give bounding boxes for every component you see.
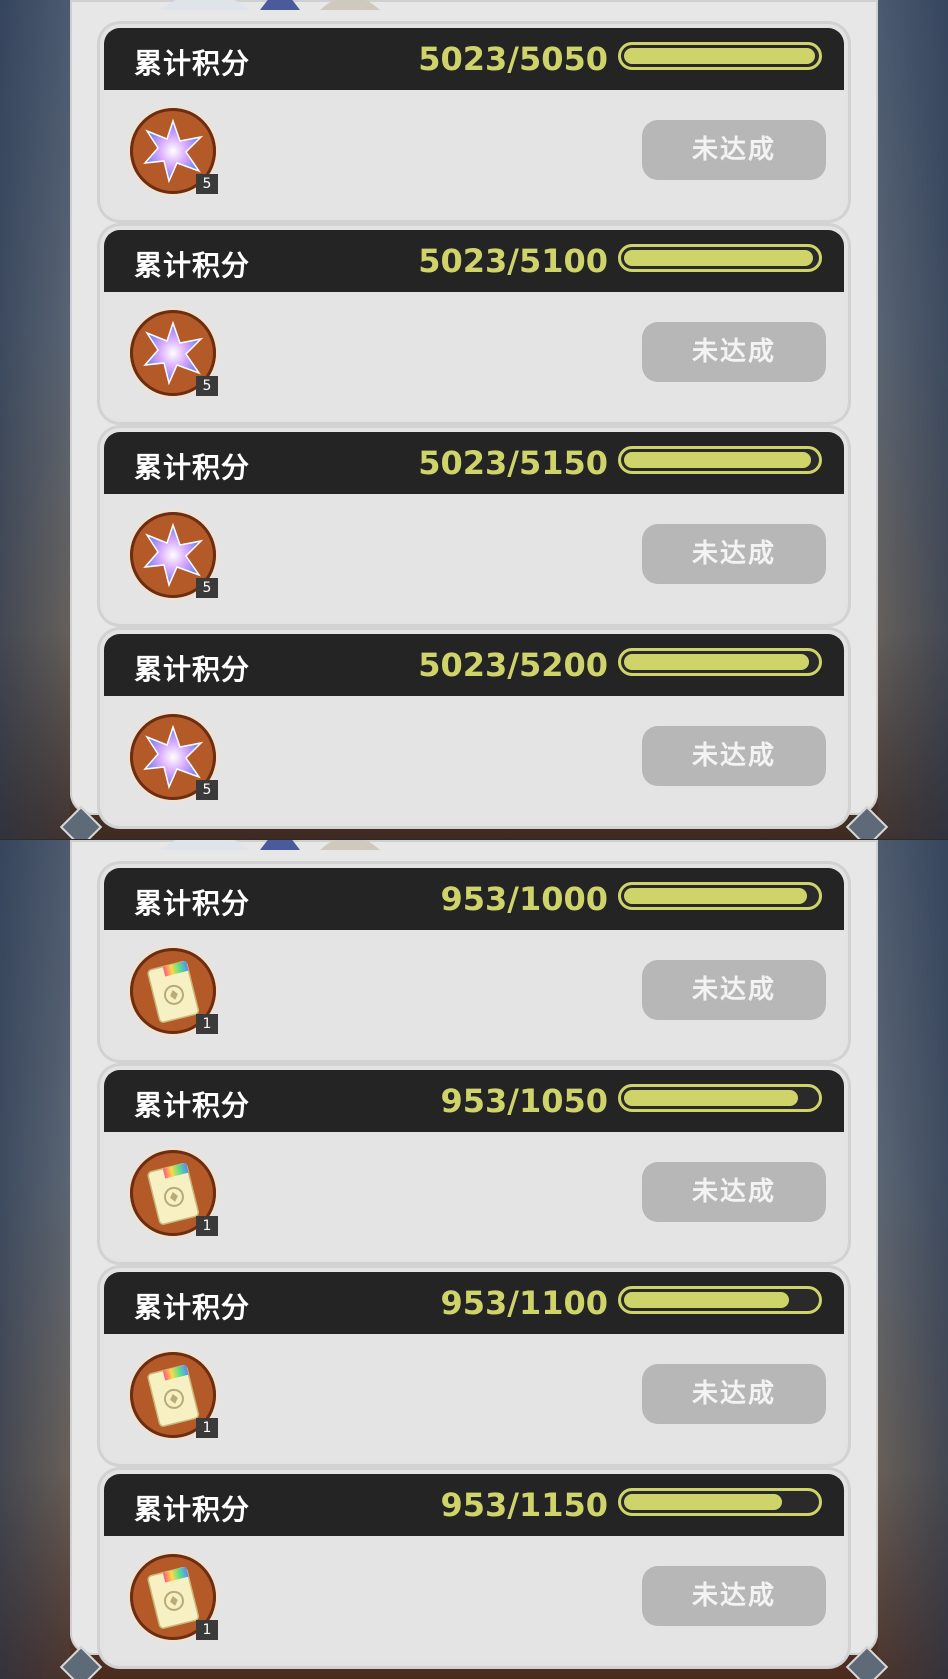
character-decoration-icon [160,840,380,850]
reward-quantity: 5 [196,578,218,598]
status-button[interactable]: 未达成 [642,726,826,786]
progress-text: 5023/5100 [418,242,608,280]
progress-bar [618,446,822,474]
card-label: 累计积分 [134,887,251,920]
progress-bar-fill [624,48,815,64]
card-header: 累计积分 953/1150 [104,1474,844,1536]
card-header: 累计积分 953/1000 [104,868,844,930]
reward-quantity: 1 [196,1418,218,1438]
progress-bar [618,648,822,676]
card-label: 累计积分 [134,653,251,686]
progress-bar-fill [624,654,810,670]
reward-card: 累计积分 953/1050 1 未达成 [100,1066,848,1262]
screen-section-2: 累计积分 953/1000 1 未达成 累计积分 953/1050 1 未达成 … [0,840,948,1679]
progress-text: 5023/5200 [418,646,608,684]
card-body: 1 未达成 [104,1132,844,1258]
progress-bar-fill [624,1292,790,1308]
background-right [878,840,948,1679]
card-header: 累计积分 953/1050 [104,1070,844,1132]
reward-quantity: 5 [196,174,218,194]
progress-bar-fill [624,1494,783,1510]
reward-panel[interactable]: 累计积分 953/1000 1 未达成 累计积分 953/1050 1 未达成 … [70,840,878,1666]
progress-text: 953/1100 [440,1284,608,1322]
screen-section-1: 累计积分 5023/5050 5 未达成 累计积分 5023/5100 5 未达… [0,0,948,839]
background-right [878,0,948,839]
reward-card: 累计积分 5023/5200 5 未达成 [100,630,848,826]
reward-quantity: 5 [196,780,218,800]
reward-quantity: 1 [196,1014,218,1034]
card-body: 5 未达成 [104,292,844,418]
character-decoration-icon [160,0,380,10]
status-button[interactable]: 未达成 [642,1566,826,1626]
progress-bar [618,1286,822,1314]
reward-card: 累计积分 5023/5100 5 未达成 [100,226,848,422]
progress-text: 953/1050 [440,1082,608,1120]
card-label: 累计积分 [134,1089,251,1122]
card-body: 1 未达成 [104,1334,844,1460]
status-button[interactable]: 未达成 [642,120,826,180]
reward-card: 累计积分 953/1150 1 未达成 [100,1470,848,1666]
reward-quantity: 5 [196,376,218,396]
progress-bar [618,882,822,910]
card-body: 5 未达成 [104,494,844,620]
status-button[interactable]: 未达成 [642,1162,826,1222]
background-left [0,0,70,839]
status-button[interactable]: 未达成 [642,524,826,584]
status-button[interactable]: 未达成 [642,1364,826,1424]
card-label: 累计积分 [134,47,251,80]
progress-bar [618,1488,822,1516]
progress-text: 953/1150 [440,1486,608,1524]
progress-bar-fill [624,888,807,904]
progress-text: 953/1000 [440,880,608,918]
card-label: 累计积分 [134,249,251,282]
card-label: 累计积分 [134,1291,251,1324]
card-header: 累计积分 5023/5200 [104,634,844,696]
reward-card: 累计积分 953/1100 1 未达成 [100,1268,848,1464]
reward-card: 累计积分 953/1000 1 未达成 [100,864,848,1060]
card-header: 累计积分 5023/5150 [104,432,844,494]
reward-quantity: 1 [196,1620,218,1640]
card-body: 5 未达成 [104,696,844,822]
status-button[interactable]: 未达成 [642,322,826,382]
reward-panel[interactable]: 累计积分 5023/5050 5 未达成 累计积分 5023/5100 5 未达… [70,0,878,826]
progress-bar [618,1084,822,1112]
progress-bar [618,42,822,70]
card-header: 累计积分 953/1100 [104,1272,844,1334]
progress-bar-fill [624,1090,798,1106]
progress-bar-fill [624,452,812,468]
card-header: 累计积分 5023/5100 [104,230,844,292]
card-header: 累计积分 5023/5050 [104,28,844,90]
reward-quantity: 1 [196,1216,218,1236]
card-body: 1 未达成 [104,1536,844,1662]
background-left [0,840,70,1679]
status-button[interactable]: 未达成 [642,960,826,1020]
card-body: 5 未达成 [104,90,844,216]
progress-text: 5023/5150 [418,444,608,482]
card-label: 累计积分 [134,451,251,484]
reward-card: 累计积分 5023/5150 5 未达成 [100,428,848,624]
progress-bar-fill [624,250,814,266]
card-label: 累计积分 [134,1493,251,1526]
progress-text: 5023/5050 [418,40,608,78]
progress-bar [618,244,822,272]
card-body: 1 未达成 [104,930,844,1056]
reward-card: 累计积分 5023/5050 5 未达成 [100,24,848,220]
